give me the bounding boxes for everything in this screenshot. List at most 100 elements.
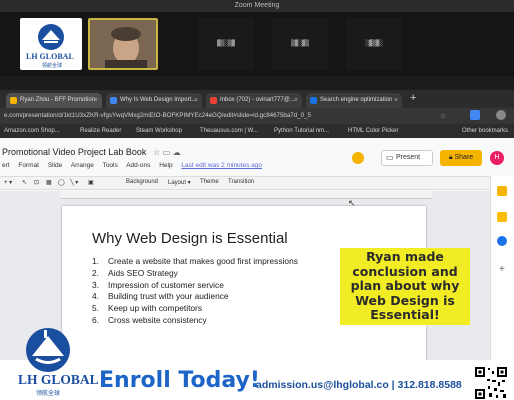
zoom-window-title: Zoom Meeting <box>0 0 514 12</box>
image-icon[interactable]: ▦ <box>46 179 52 186</box>
tab-label: Why Is Web Design Import... <box>120 97 197 103</box>
editing-toolbar: + ▾ ↖ ⊡ ▦ ◯ ╲ ▾ ▣ Background Layout ▾ Th… <box>0 176 490 190</box>
participant-logo-name: LH GLOBAL <box>26 52 74 61</box>
person-video-icon <box>90 20 156 68</box>
share-button[interactable]: 🔒︎ Share <box>440 150 482 166</box>
menu-tools[interactable]: Tools <box>103 162 118 169</box>
participant-logo-subtitle: 领航全球 <box>42 63 63 69</box>
url-text: e.com/presentation/d/1kt1U3xZKR-vfgsYwqV… <box>4 112 311 119</box>
list-item: 2. Aids SEO Strategy <box>92 268 298 280</box>
menu-arrange[interactable]: Arrange <box>71 162 94 169</box>
cloud-icon: ☁ <box>172 148 181 157</box>
list-text: Building trust with your audience <box>108 291 229 302</box>
annotation-line: Essential! <box>370 307 440 323</box>
extension-icon[interactable] <box>470 110 480 120</box>
layout-label: Layout <box>168 180 187 186</box>
participant-name-blurred: ▓▒░▒▓ <box>216 40 236 47</box>
bookmark-item[interactable]: Theuausus.com | W... <box>200 124 258 138</box>
bookmark-item[interactable]: HTML Color Picker <box>348 124 398 138</box>
calendar-icon[interactable] <box>497 236 507 246</box>
participant-tile-5[interactable]: ░▓▒▓░ <box>346 18 402 70</box>
list-item: 4. Building trust with your audience <box>92 291 298 303</box>
brand-name-chinese: 领航全球 <box>36 391 61 397</box>
menu-slide[interactable]: Slide <box>48 162 62 169</box>
avatar[interactable]: H <box>490 151 504 165</box>
browser-tab-1[interactable]: Ryan Zhou - BFF Promotion × <box>6 93 102 108</box>
shape-icon[interactable]: ◯ <box>58 179 65 186</box>
bookmark-item[interactable]: Python Tutorial nm... <box>274 124 329 138</box>
annotation-callout: Ryan made conclusion and plan about why … <box>340 248 470 325</box>
transition-button[interactable]: Transition <box>228 179 254 185</box>
comment-history-icon[interactable] <box>352 152 364 164</box>
tasks-icon[interactable] <box>497 212 507 222</box>
document-title[interactable]: Promotional Video Project Lab Book ☆ ▭ ☁ <box>2 147 181 157</box>
slide-title[interactable]: Why Web Design is Essential <box>92 230 288 247</box>
present-button[interactable]: ▭ Present <box>381 150 433 166</box>
menu-insert[interactable]: ert <box>2 162 10 169</box>
present-label: Present <box>396 154 421 161</box>
page-favicon-icon <box>310 97 317 104</box>
contact-info: admission.us@lhglobal.co | 312.818.8588 <box>256 379 462 391</box>
bookmarks-bar: Amazon.com Shop... Realize Reader Steam … <box>0 124 514 138</box>
list-item: 3. Impression of customer service <box>92 280 298 292</box>
browser-tab-2[interactable]: Why Is Web Design Import... × <box>106 93 202 108</box>
list-number: 3. <box>92 279 99 290</box>
menu-addons[interactable]: Add-ons <box>126 162 150 169</box>
browser-tab-bar: Ryan Zhou - BFF Promotion × Why Is Web D… <box>0 90 514 108</box>
layout-button[interactable]: Layout ▾ <box>168 179 191 186</box>
tab-label: Search engine optimization <box>320 97 393 103</box>
profile-icon[interactable] <box>496 110 506 120</box>
slide-bullet-list[interactable]: 1. Create a website that makes good first… <box>92 256 298 327</box>
menu-bar: ert Format Slide Arrange Tools Add-ons H… <box>2 162 269 169</box>
cursor-icon[interactable]: ↖ <box>22 179 27 186</box>
annotation-line: Web Design is <box>355 292 455 308</box>
bookmark-item[interactable]: Other bookmarks <box>462 124 508 138</box>
qr-code-icon <box>474 366 508 400</box>
keep-icon[interactable] <box>497 186 507 196</box>
star-icon[interactable]: ☆ <box>440 112 446 120</box>
close-icon[interactable]: × <box>194 93 198 108</box>
participant-tile-3[interactable]: ▓▒░▒▓ <box>198 18 254 70</box>
list-item: 5. Keep up with competitors <box>92 303 298 315</box>
star-icon[interactable]: ☆ <box>153 148 160 157</box>
mouse-cursor-icon: ↖ <box>348 198 356 208</box>
participant-tile-4[interactable]: ▒▓░▓▒ <box>272 18 328 70</box>
close-icon[interactable]: × <box>94 93 98 108</box>
list-item: 6. Cross website consistency <box>92 315 298 327</box>
comment-icon[interactable]: ▣ <box>88 179 94 186</box>
participant-tile-camera[interactable] <box>88 18 158 70</box>
bookmark-item[interactable]: Realize Reader <box>80 124 121 138</box>
share-label: Share <box>454 154 474 161</box>
browser-tab-3[interactable]: Inbox (702) - ovinart777@... × <box>206 93 302 108</box>
list-item: 1. Create a website that makes good first… <box>92 256 298 268</box>
menu-format[interactable]: Format <box>18 162 39 169</box>
text-box-icon[interactable]: ⊡ <box>34 179 39 186</box>
line-icon[interactable]: ╲ ▾ <box>70 179 78 186</box>
list-text: Impression of customer service <box>108 279 224 290</box>
close-icon[interactable]: × <box>294 93 298 108</box>
menu-help[interactable]: Help <box>159 162 172 169</box>
brand-name: LH GLOBAL <box>18 372 99 387</box>
list-text: Cross website consistency <box>108 314 207 325</box>
theme-button[interactable]: Theme <box>200 179 219 185</box>
add-addon-icon[interactable]: + <box>499 264 505 275</box>
present-icon: ▭ <box>386 153 394 162</box>
gmail-favicon-icon <box>210 97 217 104</box>
background-button[interactable]: Background <box>126 179 158 185</box>
close-icon[interactable]: × <box>394 93 398 108</box>
list-number: 4. <box>92 291 99 302</box>
list-text: Create a website that makes good first i… <box>108 256 298 266</box>
last-edit-link[interactable]: Last edit was 2 minutes ago <box>181 162 262 169</box>
browser-tab-4[interactable]: Search engine optimization × <box>306 93 402 108</box>
list-number: 6. <box>92 314 99 325</box>
address-bar[interactable]: e.com/presentation/d/1kt1U3xZKR-vfgsYwqV… <box>0 108 514 124</box>
bookmark-item[interactable]: Amazon.com Shop... <box>4 124 60 138</box>
participant-tile-logo[interactable]: LH GLOBAL 领航全球 <box>20 18 82 70</box>
new-tab-button[interactable]: + <box>410 92 416 104</box>
tab-label: Inbox (702) - ovinart777@... <box>220 97 295 103</box>
move-folder-icon[interactable]: ▭ <box>163 148 171 157</box>
add-icon[interactable]: + ▾ <box>4 179 12 186</box>
annotation-line: Ryan made <box>366 249 444 264</box>
bookmark-item[interactable]: Steam Workshop <box>136 124 182 138</box>
list-text: Keep up with competitors <box>108 303 203 314</box>
